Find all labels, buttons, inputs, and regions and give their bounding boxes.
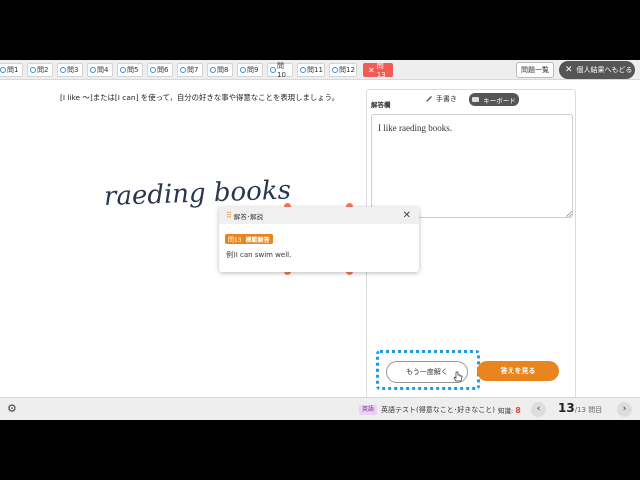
tab-q5[interactable]: 問5 [117, 63, 143, 77]
model-answer-badge: 問13 模範解答 [225, 234, 273, 244]
tab-q7[interactable]: 問7 [177, 63, 203, 77]
circle-icon [90, 67, 96, 73]
tab-q10[interactable]: 問10 [267, 62, 293, 79]
prev-question-button[interactable]: ‹ [531, 402, 546, 417]
tab-q2[interactable]: 問2 [27, 63, 53, 77]
show-answer-button[interactable]: 答えを見る [477, 361, 559, 381]
circle-icon [60, 67, 66, 73]
answer-panel-label: 解答欄 [371, 101, 391, 109]
cross-icon: ✕ [368, 65, 375, 75]
gear-icon[interactable]: ⚙ [7, 402, 17, 415]
explanation-popup: ⠿ 解答･解説 ✕ 問13 模範解答 例)I can swim well. [219, 207, 419, 272]
tab-q9[interactable]: 問9 [237, 63, 263, 77]
chevron-left-icon: ‹ [536, 404, 541, 414]
circle-icon [120, 67, 126, 73]
resize-handle-icon[interactable] [566, 211, 572, 217]
tab-q3[interactable]: 問3 [57, 63, 83, 77]
handwriting-tab[interactable]: 手書き [425, 94, 457, 104]
tab-q8[interactable]: 問8 [207, 63, 233, 77]
keyboard-tab[interactable]: キーボード [469, 93, 519, 106]
circle-icon [300, 67, 306, 73]
tab-q4[interactable]: 問4 [87, 63, 113, 77]
close-icon[interactable]: ✕ [403, 210, 411, 221]
tab-q1[interactable]: 問1 [0, 63, 23, 77]
pen-icon [426, 96, 432, 102]
popup-header[interactable]: ⠿ 解答･解説 [219, 207, 419, 224]
circle-icon [0, 67, 6, 73]
test-title: 英語テスト(得意なこと･好きなこと) [381, 406, 495, 414]
close-icon: ✕ [565, 65, 573, 75]
model-answer-text: 例)I can swim well. [226, 251, 292, 259]
circle-icon [180, 67, 186, 73]
next-question-button[interactable]: › [617, 402, 632, 417]
circle-icon [210, 67, 216, 73]
keyboard-icon [472, 97, 480, 102]
back-to-results-button[interactable]: ✕ 個人結果へもどる [559, 61, 635, 79]
circle-icon [240, 67, 246, 73]
answer-textarea[interactable]: I like raeding books. [371, 114, 573, 218]
circle-icon [30, 67, 36, 73]
circle-icon [270, 67, 276, 73]
hand-cursor-icon [453, 371, 463, 382]
tab-q11[interactable]: 問11 [297, 63, 325, 77]
chevron-right-icon: › [622, 404, 627, 414]
question-list-button[interactable]: 問題一覧 [516, 62, 554, 78]
app-window: 問1 問2 問3 問4 問5 問6 問7 問8 問9 問10 問11 問12 ✕… [0, 60, 640, 420]
question-counter: 13/13 問目 [558, 401, 603, 415]
knowledge-indicator: 知識: 8 [498, 406, 521, 415]
grip-icon: ⠿ [226, 211, 232, 220]
question-tab-bar: 問1 問2 問3 問4 問5 問6 問7 問8 問9 問10 問11 問12 ✕… [0, 60, 640, 80]
bottom-bar: ⚙ 英語 英語テスト(得意なこと･好きなこと) 知識: 8 ‹ 13/13 問目 … [0, 397, 640, 420]
subject-badge: 英語 [359, 405, 378, 415]
tab-q12[interactable]: 問12 [329, 63, 357, 77]
question-prompt: [I like ～]または[I can] を使って，自分の好きな事や得意なことを… [60, 93, 340, 102]
circle-icon [150, 67, 156, 73]
tab-q13[interactable]: ✕ 問13 [363, 62, 393, 79]
tab-q6[interactable]: 問6 [147, 63, 173, 77]
circle-icon [332, 67, 338, 73]
